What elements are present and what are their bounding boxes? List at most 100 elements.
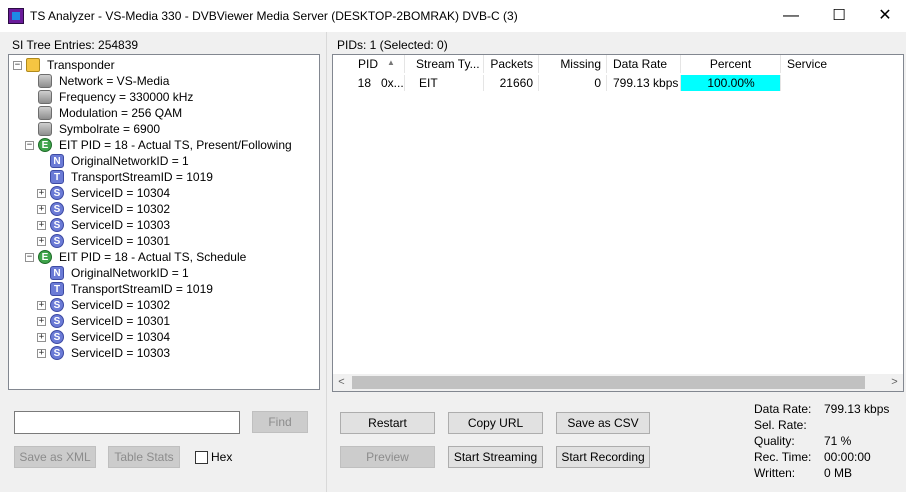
cell-percent: 100.00% bbox=[681, 75, 781, 91]
expand-icon[interactable]: + bbox=[37, 349, 46, 358]
service-icon: S bbox=[50, 346, 64, 360]
property-icon bbox=[38, 90, 52, 104]
scroll-thumb[interactable] bbox=[352, 376, 865, 389]
copy-url-button[interactable]: Copy URL bbox=[448, 412, 543, 434]
tree-node-service[interactable]: ServiceID = 10304 bbox=[71, 329, 170, 345]
pid-table[interactable]: PID ▲ Stream Ty... Packets Missing Data … bbox=[332, 54, 904, 392]
service-icon: S bbox=[50, 234, 64, 248]
tree-node-service[interactable]: ServiceID = 10301 bbox=[71, 313, 170, 329]
eit-icon: E bbox=[38, 138, 52, 152]
pids-header: PIDs: 1 (Selected: 0) bbox=[337, 38, 448, 52]
scroll-left-icon[interactable]: < bbox=[333, 374, 350, 391]
quality-value: 71 % bbox=[824, 434, 852, 448]
preview-button[interactable]: Preview bbox=[340, 446, 435, 468]
tree-node-tsid[interactable]: TransportStreamID = 1019 bbox=[71, 281, 213, 297]
expand-icon[interactable]: + bbox=[37, 317, 46, 326]
tree-node-frequency[interactable]: Frequency = 330000 kHz bbox=[59, 89, 193, 105]
data-rate-label: Data Rate: bbox=[754, 402, 812, 416]
written-label: Written: bbox=[754, 466, 796, 480]
expand-icon[interactable]: + bbox=[37, 333, 46, 342]
column-header-label: PID bbox=[357, 57, 378, 71]
rec-time-value: 00:00:00 bbox=[824, 450, 871, 464]
folder-icon bbox=[26, 58, 40, 72]
service-icon: S bbox=[50, 330, 64, 344]
maximize-button[interactable]: ☐ bbox=[816, 0, 862, 32]
hex-label: Hex bbox=[211, 450, 233, 464]
tree-node-eit-schedule[interactable]: EIT PID = 18 - Actual TS, Schedule bbox=[59, 249, 246, 265]
percent-text: 100.00% bbox=[707, 76, 755, 90]
horizontal-scrollbar[interactable]: < > bbox=[333, 374, 903, 391]
collapse-icon[interactable]: − bbox=[25, 253, 34, 262]
tree-node-tsid[interactable]: TransportStreamID = 1019 bbox=[71, 169, 213, 185]
restart-button[interactable]: Restart bbox=[340, 412, 435, 434]
window-title: TS Analyzer - VS-Media 330 - DVBViewer M… bbox=[30, 9, 518, 23]
expand-icon[interactable]: + bbox=[37, 237, 46, 246]
tree-node-service[interactable]: ServiceID = 10304 bbox=[71, 185, 170, 201]
written-value: 0 MB bbox=[824, 466, 853, 480]
tree-node-network[interactable]: Network = VS-Media bbox=[59, 73, 169, 89]
start-recording-button[interactable]: Start Recording bbox=[556, 446, 650, 468]
si-tree-header: SI Tree Entries: 254839 bbox=[12, 38, 139, 52]
service-icon: S bbox=[50, 314, 64, 328]
tree-node-service[interactable]: ServiceID = 10301 bbox=[71, 233, 170, 249]
service-icon: S bbox=[50, 298, 64, 312]
tree-node-service[interactable]: ServiceID = 10302 bbox=[71, 297, 170, 313]
column-header-data-rate[interactable]: Data Rate bbox=[607, 55, 681, 73]
expand-icon[interactable]: + bbox=[37, 189, 46, 198]
title-bar: TS Analyzer - VS-Media 330 - DVBViewer M… bbox=[0, 0, 906, 32]
collapse-icon[interactable]: − bbox=[25, 141, 34, 150]
rec-time-label: Rec. Time: bbox=[754, 450, 812, 464]
save-xml-button[interactable]: Save as XML bbox=[14, 446, 96, 468]
quality-label: Quality: bbox=[754, 434, 795, 448]
cell-pid-hex: 0x... bbox=[381, 75, 405, 91]
expand-icon[interactable]: + bbox=[37, 301, 46, 310]
transport-stream-icon: T bbox=[50, 282, 64, 296]
property-icon bbox=[38, 122, 52, 136]
scroll-right-icon[interactable]: > bbox=[886, 374, 903, 391]
column-header-percent[interactable]: Percent bbox=[681, 55, 781, 73]
service-icon: S bbox=[50, 186, 64, 200]
cell-service bbox=[781, 75, 903, 91]
tree-node-service[interactable]: ServiceID = 10303 bbox=[71, 345, 170, 361]
app-icon bbox=[8, 8, 24, 24]
cell-pid: 18 bbox=[357, 76, 371, 90]
tree-node-modulation[interactable]: Modulation = 256 QAM bbox=[59, 105, 182, 121]
hex-checkbox[interactable] bbox=[195, 451, 208, 464]
transport-stream-icon: T bbox=[50, 170, 64, 184]
si-tree[interactable]: − Transponder Network = VS-Media Frequen… bbox=[8, 54, 320, 390]
property-icon bbox=[38, 106, 52, 120]
tree-node-onid[interactable]: OriginalNetworkID = 1 bbox=[71, 265, 189, 281]
start-streaming-button[interactable]: Start Streaming bbox=[448, 446, 543, 468]
save-csv-button[interactable]: Save as CSV bbox=[556, 412, 650, 434]
minimize-button[interactable]: — bbox=[768, 0, 814, 32]
cell-stream-type: EIT bbox=[405, 75, 484, 91]
column-header-missing[interactable]: Missing bbox=[539, 55, 607, 73]
property-icon bbox=[38, 74, 52, 88]
tree-node-eit-pf[interactable]: EIT PID = 18 - Actual TS, Present/Follow… bbox=[59, 137, 292, 153]
service-icon: S bbox=[50, 202, 64, 216]
search-input[interactable] bbox=[14, 411, 240, 434]
column-header-service[interactable]: Service bbox=[781, 55, 903, 73]
tree-node-service[interactable]: ServiceID = 10303 bbox=[71, 217, 170, 233]
tree-node-transponder[interactable]: Transponder bbox=[47, 57, 115, 73]
table-stats-button[interactable]: Table Stats bbox=[108, 446, 180, 468]
network-id-icon: N bbox=[50, 266, 64, 280]
cell-data-rate: 799.13 kbps bbox=[607, 75, 681, 91]
network-id-icon: N bbox=[50, 154, 64, 168]
sort-ascending-icon: ▲ bbox=[387, 58, 395, 67]
service-icon: S bbox=[50, 218, 64, 232]
expand-icon[interactable]: + bbox=[37, 205, 46, 214]
sel-rate-label: Sel. Rate: bbox=[754, 418, 807, 432]
expand-icon[interactable]: + bbox=[37, 221, 46, 230]
tree-node-symbolrate[interactable]: Symbolrate = 6900 bbox=[59, 121, 160, 137]
data-rate-value: 799.13 kbps bbox=[824, 402, 890, 416]
close-button[interactable]: ✕ bbox=[862, 0, 906, 32]
collapse-icon[interactable]: − bbox=[13, 61, 22, 70]
eit-icon: E bbox=[38, 250, 52, 264]
tree-node-service[interactable]: ServiceID = 10302 bbox=[71, 201, 170, 217]
panel-divider[interactable] bbox=[326, 32, 327, 492]
column-header-packets[interactable]: Packets bbox=[484, 55, 539, 73]
find-button[interactable]: Find bbox=[252, 411, 308, 433]
tree-node-onid[interactable]: OriginalNetworkID = 1 bbox=[71, 153, 189, 169]
column-header-stream-type[interactable]: Stream Ty... bbox=[405, 55, 484, 73]
